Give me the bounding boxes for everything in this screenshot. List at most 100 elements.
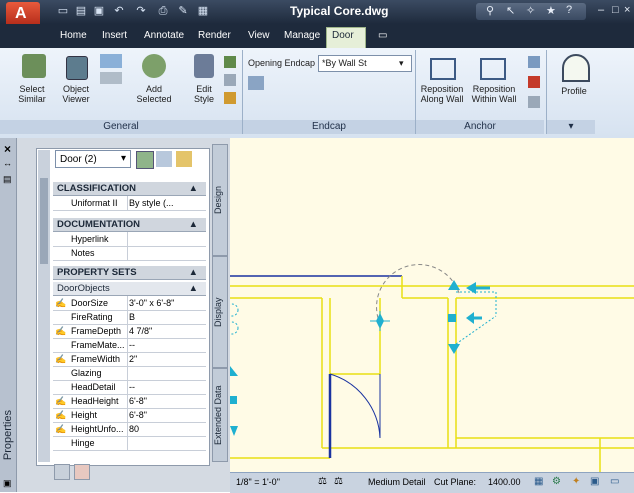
restore-icon[interactable]: □ <box>612 4 619 16</box>
reposition-along-wall-button[interactable]: Reposition Along Wall <box>414 84 470 104</box>
collapse-icon: ▲ <box>188 219 198 230</box>
tab-design[interactable]: Design <box>212 144 228 256</box>
select-objects-icon[interactable] <box>156 151 172 167</box>
property-row[interactable]: Notes <box>53 246 206 261</box>
property-value: -- <box>129 382 135 392</box>
property-row[interactable]: FireRating B <box>53 310 206 325</box>
redo-icon[interactable]: ↷ <box>134 4 148 18</box>
drawing-canvas[interactable] <box>225 138 634 472</box>
add-property-set-icon[interactable] <box>54 464 70 480</box>
style-tool-icon[interactable] <box>224 56 236 68</box>
bulb-icon[interactable]: ✦ <box>572 476 580 487</box>
annotation-visibility-icon[interactable]: ⚖ <box>318 476 327 487</box>
autohide-icon[interactable]: ↔ <box>3 158 12 168</box>
pointer-icon[interactable]: ↖ <box>506 4 515 17</box>
close-icon[interactable]: × <box>624 4 630 16</box>
add-selected-button[interactable]: Add Selected <box>134 84 174 104</box>
property-row[interactable]: Hyperlink <box>53 232 206 247</box>
auto-scale-icon[interactable]: ⚖ <box>334 476 343 487</box>
release-anchor-icon[interactable] <box>528 76 540 88</box>
property-row[interactable]: Glazing <box>53 366 206 381</box>
reposition-within-wall-button[interactable]: Reposition Within Wall <box>468 84 520 104</box>
new-icon[interactable]: ▭ <box>56 4 70 18</box>
tab-insert[interactable]: Insert <box>102 30 127 41</box>
style-tool2-icon[interactable] <box>224 74 236 86</box>
annotation-scale[interactable]: 1/8" = 1'-0" <box>236 477 280 487</box>
plot-icon[interactable]: ⎙ <box>156 4 170 18</box>
property-set-icon: ✍ <box>55 354 67 364</box>
remove-property-set-icon[interactable] <box>74 464 90 480</box>
match-icon[interactable]: ✎ <box>176 4 190 18</box>
property-row[interactable]: ✍ DoorSize 3'-0" x 6'-8" <box>53 296 206 311</box>
style-tool3-icon[interactable] <box>224 92 236 104</box>
palette-settings-icon[interactable]: ▣ <box>3 478 12 489</box>
select-similar-icon <box>22 54 46 78</box>
selection-dropdown[interactable]: Door (2) <box>55 150 131 168</box>
workspace-icon[interactable]: ▦ <box>196 4 210 18</box>
tab-manage[interactable]: Manage <box>284 30 320 41</box>
property-row[interactable]: Hinge <box>53 436 206 451</box>
property-set-icon: ✍ <box>55 326 67 336</box>
property-group-header[interactable]: DoorObjects ▲ <box>53 282 206 296</box>
open-icon[interactable]: ▤ <box>74 4 88 18</box>
reposition-within-wall-icon <box>480 58 506 80</box>
property-row[interactable]: Uniformat II By style (... <box>53 196 206 211</box>
tab-annotate[interactable]: Annotate <box>144 30 184 41</box>
satellite-icon[interactable]: ✧ <box>526 4 535 17</box>
tab-display[interactable]: Display <box>212 256 228 368</box>
tab-render[interactable]: Render <box>198 30 231 41</box>
display-configuration[interactable]: Medium Detail <box>368 477 426 487</box>
property-row[interactable]: ✍ HeadHeight 6'-8" <box>53 394 206 409</box>
scrollbar-thumb[interactable] <box>40 178 48 264</box>
property-row[interactable]: ✍ HeightUnfo... 80 <box>53 422 206 437</box>
color-tool-icon[interactable] <box>100 72 122 84</box>
binoculars-icon[interactable]: ⚲ <box>486 4 494 17</box>
property-value: B <box>129 312 136 322</box>
endcap-panel-label: Endcap <box>243 120 415 134</box>
minimize-icon[interactable]: – <box>598 4 604 16</box>
classification-header[interactable]: CLASSIFICATION ▲ <box>53 182 206 196</box>
workspace-status-icon[interactable]: ▦ <box>534 476 543 487</box>
tab-home[interactable]: Home <box>60 30 87 41</box>
undo-icon[interactable]: ↶ <box>112 4 126 18</box>
select-similar-button[interactable]: Select Similar <box>12 84 52 104</box>
property-sets-header[interactable]: PROPERTY SETS ▲ <box>53 266 206 280</box>
collapse-icon: ▲ <box>188 267 198 278</box>
toolbar-lock-icon[interactable]: ▣ <box>590 476 599 487</box>
object-viewer-button[interactable]: Object Viewer <box>56 84 96 104</box>
property-row[interactable]: ✍ FrameDepth 4 7/8" <box>53 324 206 339</box>
add-selected-icon <box>142 54 166 78</box>
door-tool-icon[interactable] <box>100 54 122 68</box>
cut-plane-value[interactable]: 1400.00 <box>488 477 521 487</box>
property-row[interactable]: FrameMate... -- <box>53 338 206 353</box>
quick-select-icon[interactable] <box>136 151 154 169</box>
anchor-tool3-icon[interactable] <box>528 96 540 108</box>
star-icon[interactable]: ★ <box>546 4 556 17</box>
profile-button[interactable]: Profile <box>556 86 592 96</box>
property-value: 2" <box>129 354 138 364</box>
reposition-along-wall-icon <box>430 58 456 80</box>
lock-icon[interactable]: ⚙ <box>552 476 561 487</box>
close-icon[interactable]: × <box>4 142 11 156</box>
anchor-tool-icon[interactable] <box>528 56 540 68</box>
endcap-tool-icon[interactable] <box>248 76 264 90</box>
toggle-pickadd-icon[interactable] <box>176 151 192 167</box>
palette-menu-icon[interactable]: ▤ <box>3 174 12 185</box>
edit-style-button[interactable]: Edit Style <box>186 84 222 104</box>
endcap-style-value: *By Wall St <box>322 58 367 68</box>
property-row[interactable]: HeadDetail -- <box>53 380 206 395</box>
property-row[interactable]: ✍ Height 6'-8" <box>53 408 206 423</box>
property-set-icon: ✍ <box>55 424 67 434</box>
property-row[interactable]: ✍ FrameWidth 2" <box>53 352 206 367</box>
property-set-icon: ✍ <box>55 410 67 420</box>
chevron-down-icon: ▾ <box>399 58 404 68</box>
documentation-header[interactable]: DOCUMENTATION ▲ <box>53 218 206 232</box>
save-icon[interactable]: ▣ <box>92 4 106 18</box>
tab-door[interactable]: Door <box>332 30 354 41</box>
ribbon-minimize-icon[interactable]: ▭ <box>378 30 387 41</box>
tab-view[interactable]: View <box>248 30 270 41</box>
help-icon[interactable]: ? <box>566 4 572 16</box>
tab-extended-data[interactable]: Extended Data <box>212 368 228 462</box>
clean-screen-icon[interactable]: ▭ <box>610 476 619 487</box>
property-value: -- <box>129 340 135 350</box>
